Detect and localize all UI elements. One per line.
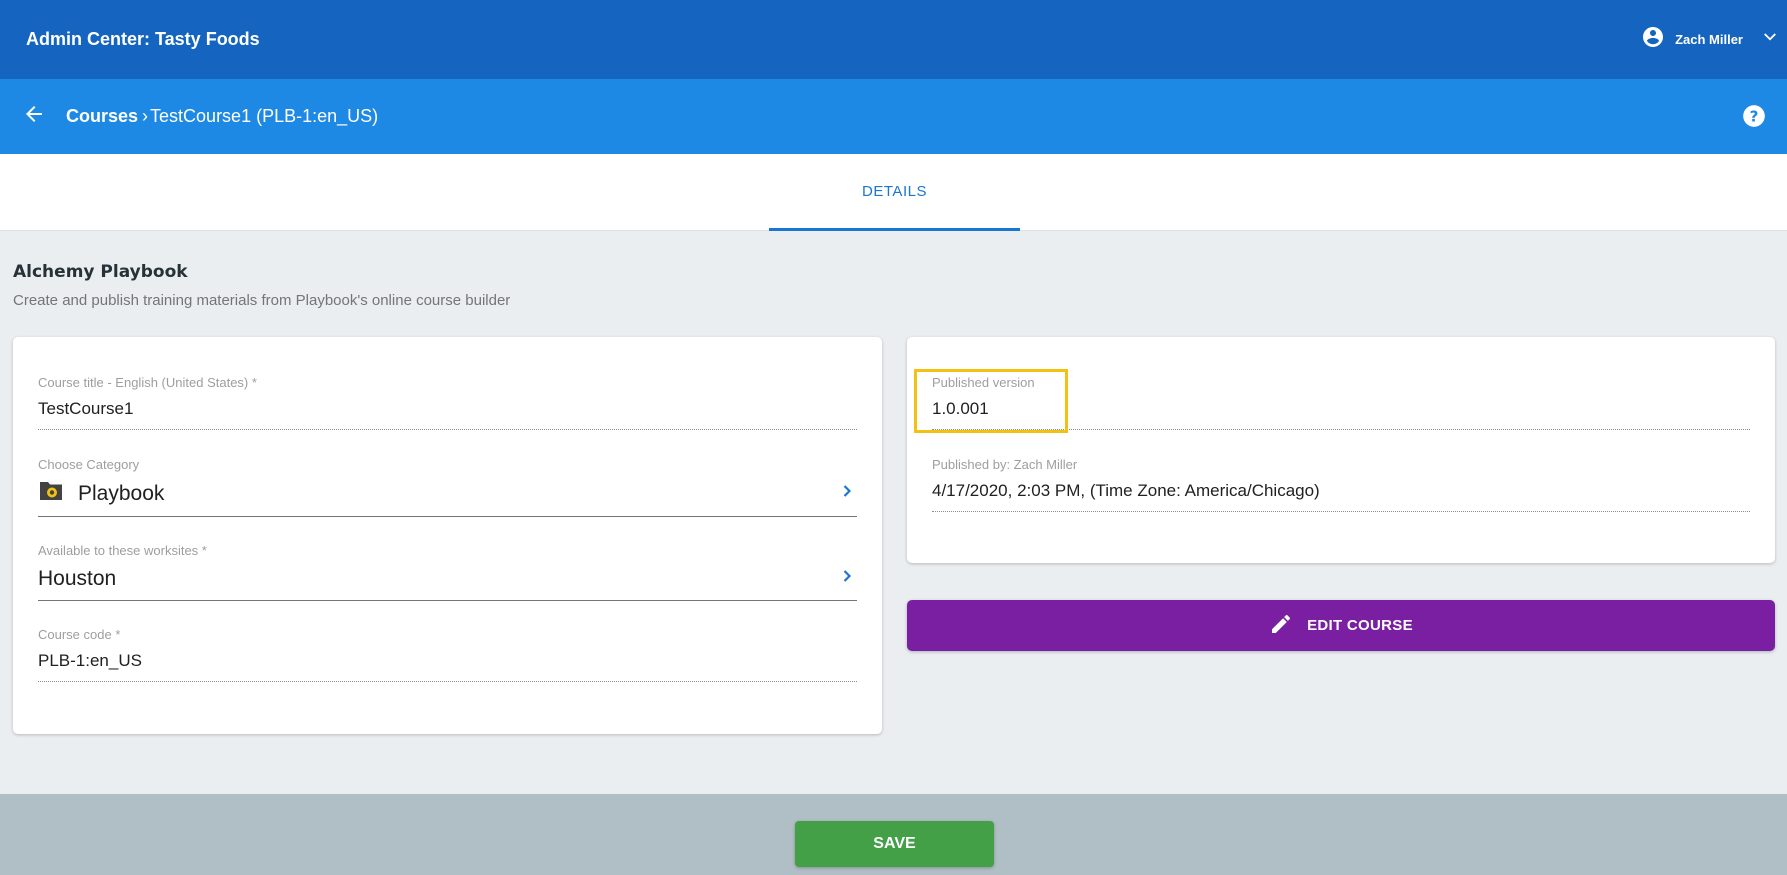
user-name: Zach Miller <box>1675 32 1743 47</box>
user-menu[interactable]: Zach Miller <box>1641 25 1779 54</box>
chevron-right-icon <box>837 566 857 591</box>
back-button[interactable] <box>20 103 48 131</box>
worksites-label: Available to these worksites * <box>38 543 207 558</box>
course-title-field: Course title - English (United States) *… <box>38 375 857 430</box>
account-circle-icon <box>1641 25 1665 54</box>
course-code-field: Course code * PLB-1:en_US <box>38 627 857 682</box>
course-code-label: Course code * <box>38 627 121 642</box>
worksites-select[interactable]: Houston <box>38 566 857 601</box>
pencil-icon <box>1269 612 1293 640</box>
help-icon: ? <box>1741 105 1767 133</box>
worksites-field: Available to these worksites * Houston <box>38 543 857 601</box>
category-field: Choose Category Playbook <box>38 457 857 517</box>
tab-bar: DETAILS <box>0 154 1787 231</box>
course-title-label: Course title - English (United States) * <box>38 375 257 390</box>
published-by-field: Published by: Zach Miller 4/17/2020, 2:0… <box>932 457 1750 512</box>
chevron-down-icon <box>1761 28 1779 51</box>
course-title-input[interactable]: TestCourse1 <box>38 399 857 430</box>
breadcrumb-current: TestCourse1 (PLB-1:en_US) <box>150 106 379 126</box>
worksites-value: Houston <box>38 566 117 590</box>
footer-bar: SAVE <box>0 794 1787 875</box>
edit-course-button[interactable]: EDIT COURSE <box>907 600 1775 651</box>
breadcrumb-bar: Courses › TestCourse1 (PLB-1:en_US) ? <box>0 79 1787 154</box>
highlight-box <box>914 369 1068 433</box>
section-header: Alchemy Playbook Create and publish trai… <box>13 262 510 309</box>
top-app-bar: Admin Center: Tasty Foods Zach Miller <box>0 0 1787 79</box>
breadcrumb-separator: › <box>142 106 149 126</box>
category-label: Choose Category <box>38 457 140 472</box>
app-title: Admin Center: Tasty Foods <box>26 29 260 49</box>
category-folder-icon <box>38 480 64 507</box>
arrow-back-icon <box>22 102 46 131</box>
section-description: Create and publish training materials fr… <box>13 292 511 309</box>
course-code-input[interactable]: PLB-1:en_US <box>38 651 857 682</box>
category-select[interactable]: Playbook <box>38 480 857 517</box>
help-button[interactable]: ? <box>1741 103 1767 134</box>
breadcrumb: Courses › TestCourse1 (PLB-1:en_US) <box>66 106 378 127</box>
edit-course-label: EDIT COURSE <box>1307 617 1413 634</box>
category-value: Playbook <box>78 481 165 505</box>
save-button[interactable]: SAVE <box>795 821 994 867</box>
published-date-value: 4/17/2020, 2:03 PM, (Time Zone: America/… <box>932 481 1750 512</box>
course-details-card: Course title - English (United States) *… <box>13 337 882 734</box>
section-title: Alchemy Playbook <box>13 262 188 282</box>
svg-text:?: ? <box>1750 107 1759 125</box>
tab-details[interactable]: DETAILS <box>769 154 1020 231</box>
chevron-right-icon <box>837 481 857 506</box>
breadcrumb-courses-link[interactable]: Courses <box>66 106 138 127</box>
published-by-label: Published by: Zach Miller <box>932 457 1078 472</box>
